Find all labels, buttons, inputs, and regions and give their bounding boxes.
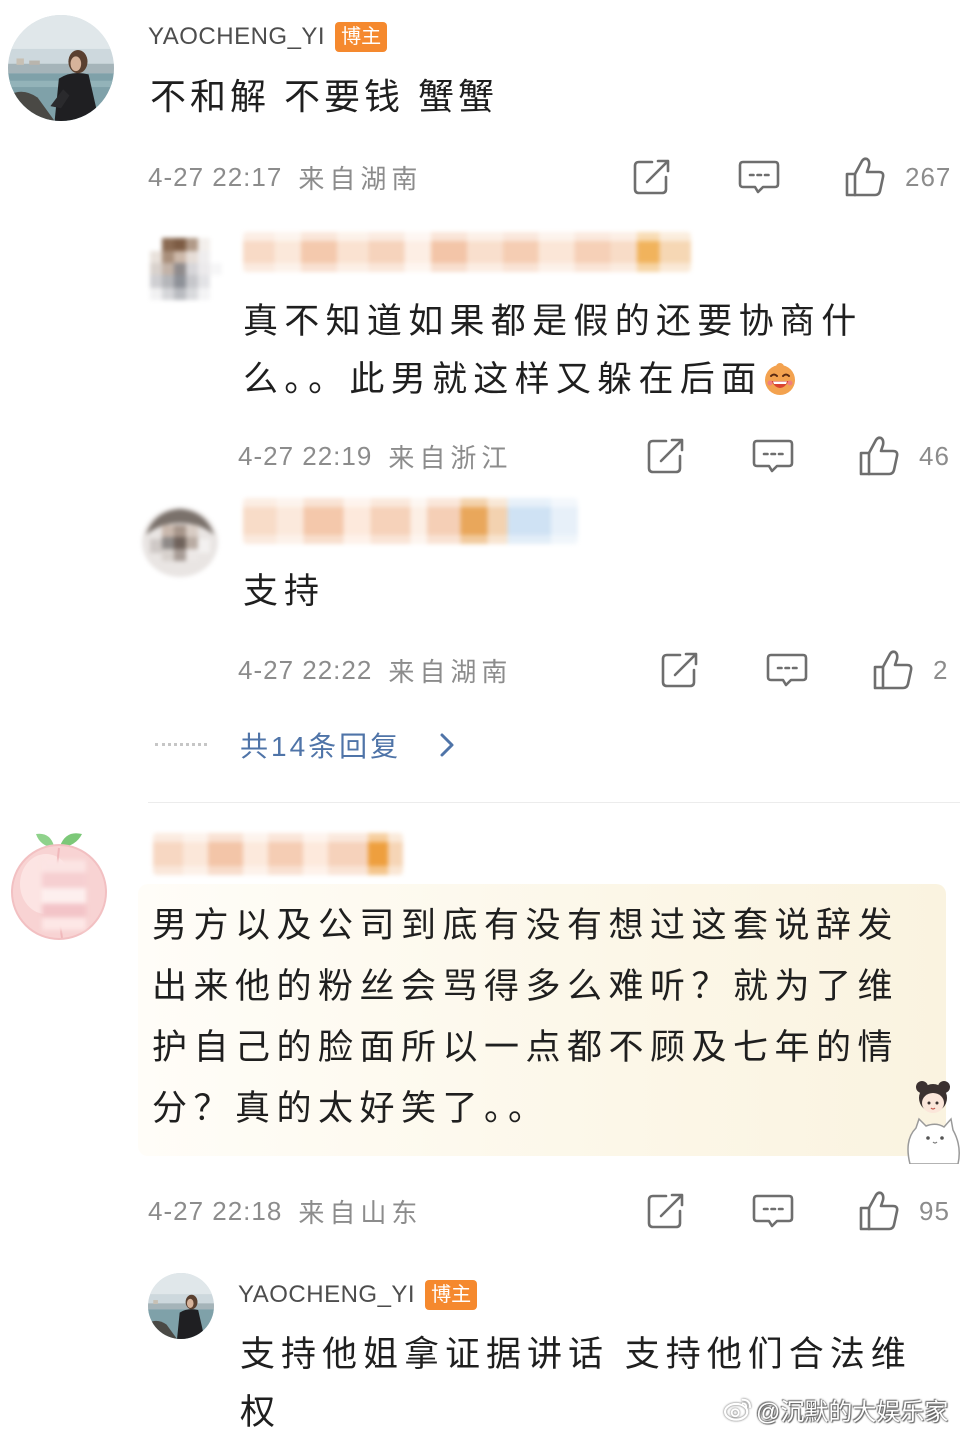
share-button[interactable]: [646, 1192, 686, 1230]
comment-icon: [738, 160, 780, 194]
blurred-username[interactable]: [243, 498, 578, 544]
comment-actions: 267: [632, 155, 951, 199]
thumbs-up-icon: [873, 650, 913, 690]
avatar-photo: [8, 15, 114, 121]
username[interactable]: YAOCHENG_YI: [238, 1279, 415, 1311]
like-count: 267: [905, 161, 952, 192]
reply-button[interactable]: [766, 652, 808, 688]
share-icon: [633, 159, 670, 195]
avatar-mosaic: [42, 860, 86, 930]
blurred-username[interactable]: [243, 232, 691, 272]
watermark-text: @沉默的大娱乐家: [756, 1398, 949, 1426]
share-button[interactable]: [660, 651, 700, 689]
avatar[interactable]: [6, 828, 112, 942]
weibo-logo-icon: [724, 1398, 752, 1421]
blurred-avatar: [150, 238, 222, 300]
like-count: 46: [919, 440, 950, 471]
like-button[interactable]: [858, 435, 900, 477]
blurred-username[interactable]: [153, 833, 403, 875]
more-replies-link[interactable]: 共14条回复: [240, 727, 401, 763]
chevron-right-icon[interactable]: [437, 732, 457, 758]
like-count: 95: [919, 1195, 950, 1226]
comment-icon: [752, 1194, 794, 1228]
location: 来自山东: [298, 1197, 423, 1228]
reply-button[interactable]: [752, 1193, 794, 1229]
like-button[interactable]: [858, 1190, 900, 1232]
timestamp: 4-27 22:19: [238, 440, 373, 471]
like-button[interactable]: [872, 649, 914, 691]
avatar[interactable]: [140, 505, 220, 579]
timestamp: 4-27 22:22: [238, 654, 373, 685]
share-button[interactable]: [646, 437, 686, 475]
timestamp: 4-27 22:18: [148, 1195, 283, 1226]
comment-actions: 95: [646, 1189, 950, 1233]
laugh-emoji-icon: [762, 357, 798, 395]
timestamp: 4-27 22:17: [148, 161, 283, 192]
share-icon: [647, 438, 684, 474]
like-count: 2: [933, 654, 949, 685]
blogger-badge: 博主: [335, 22, 388, 52]
thumbs-up-icon: [859, 436, 899, 476]
comment-text: 不和解 不要钱 蟹蟹: [150, 76, 499, 117]
comment-header: YAOCHENG_YI 博主: [148, 21, 388, 53]
share-button[interactable]: [632, 158, 672, 196]
card-sticker-icon: [900, 1078, 960, 1165]
avatar[interactable]: [150, 238, 222, 300]
reply-header: YAOCHENG_YI 博主: [238, 1279, 478, 1311]
reply-text: 支持: [243, 572, 326, 611]
blogger-badge: 博主: [425, 1280, 478, 1310]
avatar[interactable]: [148, 1273, 214, 1339]
avatar-photo: [148, 1273, 214, 1339]
comment-icon: [752, 439, 794, 473]
reply-meta: 4-27 22:22 来自湖南: [238, 652, 512, 688]
username[interactable]: YAOCHENG_YI: [148, 21, 325, 53]
thumbs-up-icon: [859, 1191, 899, 1231]
comment-icon: [766, 653, 808, 687]
reply-actions: 2: [660, 648, 948, 692]
comment-meta: 4-27 22:17 来自湖南: [148, 159, 422, 195]
location: 来自湖南: [388, 656, 513, 687]
like-button[interactable]: [844, 156, 886, 198]
comment-divider: [148, 802, 960, 803]
reply-meta: 4-27 22:19 来自浙江: [238, 438, 512, 474]
reply-thread-connector: [155, 743, 207, 746]
reply-actions: 46: [646, 434, 950, 478]
reply-text: 真不知道如果都是假的还要协商什么。。此男就这样又躲在后面: [243, 293, 883, 409]
reply-button[interactable]: [752, 438, 794, 474]
location: 来自浙江: [388, 442, 513, 473]
blurred-avatar: [142, 507, 218, 577]
avatar[interactable]: [8, 15, 114, 121]
reply-button[interactable]: [738, 159, 780, 195]
comment-meta: 4-27 22:18 来自山东: [148, 1193, 422, 1229]
comment-text: 男方以及公司到底有没有想过这套说辞发出来他的粉丝会骂得多么难听？就为了维护自己的…: [152, 906, 900, 1128]
location: 来自湖南: [298, 163, 423, 194]
thumbs-up-icon: [845, 157, 885, 197]
share-icon: [661, 652, 698, 688]
watermark: @沉默的大娱乐家: [724, 1393, 949, 1426]
share-icon: [647, 1193, 684, 1229]
